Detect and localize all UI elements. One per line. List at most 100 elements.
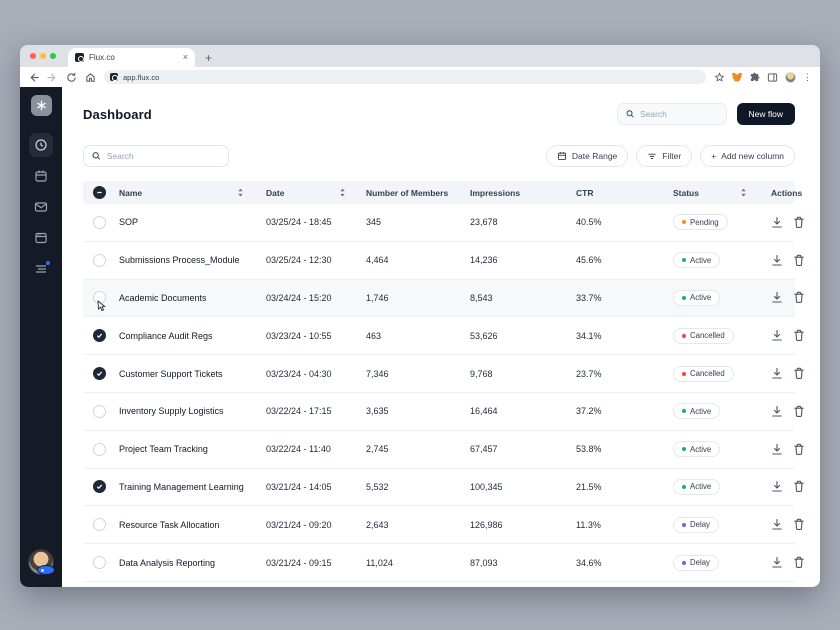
delete-trash-icon[interactable] xyxy=(793,443,805,456)
delete-trash-icon[interactable] xyxy=(793,405,805,418)
bookmark-star-icon[interactable] xyxy=(714,71,725,83)
new-flow-button[interactable]: New flow xyxy=(736,103,795,125)
close-window-button[interactable] xyxy=(30,53,36,59)
row-checkbox[interactable] xyxy=(93,404,106,418)
table-row[interactable]: Academic Documents 03/24/24 - 15:20 1,74… xyxy=(83,279,804,318)
row-checkbox[interactable] xyxy=(93,215,106,229)
table-row[interactable]: SOP 03/25/24 - 18:45 345 23,678 40.5% Pe… xyxy=(83,204,804,242)
app-logo[interactable] xyxy=(30,95,52,116)
minimize-window-button[interactable] xyxy=(40,53,46,59)
browser-tab[interactable]: Flux.co × xyxy=(68,48,195,67)
cell-members: 2,745 xyxy=(366,444,389,455)
download-icon[interactable] xyxy=(771,405,783,418)
cell-date: 03/21/24 - 14:05 xyxy=(266,481,332,492)
table-row[interactable]: Customer Support Tickets 03/23/24 - 04:3… xyxy=(83,355,804,393)
cell-status: Active xyxy=(673,289,759,306)
download-icon[interactable] xyxy=(771,443,783,456)
table-search-input[interactable] xyxy=(106,151,220,161)
download-icon[interactable] xyxy=(771,518,783,531)
column-header-members: Number of Members xyxy=(366,188,470,198)
download-icon[interactable] xyxy=(771,480,783,493)
row-checkbox[interactable] xyxy=(93,442,106,456)
column-label: Status xyxy=(673,187,699,198)
browser-window: Flux.co × + app.flux.co ⋮ Dashboard Sear… xyxy=(20,45,820,587)
url-field[interactable]: app.flux.co xyxy=(104,70,706,84)
home-icon[interactable] xyxy=(85,72,96,83)
sidebar-item-window[interactable] xyxy=(29,226,53,250)
cell-ctr: 11.3% xyxy=(576,519,601,530)
browser-menu-icon[interactable]: ⋮ xyxy=(803,72,812,82)
cell-date: 03/24/24 - 15:20 xyxy=(266,292,332,303)
add-new-column-button[interactable]: + Add new column xyxy=(700,145,795,167)
download-icon[interactable] xyxy=(771,556,783,569)
download-icon[interactable] xyxy=(771,254,783,267)
cell-actions xyxy=(759,405,805,418)
back-icon[interactable] xyxy=(28,72,39,83)
global-search[interactable] xyxy=(616,103,727,125)
cell-actions xyxy=(759,518,805,531)
download-icon[interactable] xyxy=(771,216,783,229)
table-row[interactable]: Inventory Supply Logistics 03/22/24 - 17… xyxy=(83,392,804,431)
tab-close-icon[interactable]: × xyxy=(183,53,188,62)
download-icon[interactable] xyxy=(771,329,783,342)
sidebar-item-dashboard[interactable] xyxy=(29,133,53,157)
metamask-extension-icon[interactable] xyxy=(732,72,742,82)
delete-trash-icon[interactable] xyxy=(793,556,805,569)
delete-trash-icon[interactable] xyxy=(793,254,805,267)
filter-button[interactable]: Filter xyxy=(636,145,693,167)
status-label: Delay xyxy=(690,520,710,530)
delete-trash-icon[interactable] xyxy=(793,291,805,304)
header-select-all[interactable] xyxy=(93,186,119,199)
status-label: Active xyxy=(690,406,712,416)
maximize-window-button[interactable] xyxy=(50,53,56,59)
row-checkbox[interactable] xyxy=(93,253,106,267)
row-checkbox[interactable] xyxy=(93,480,106,494)
user-avatar[interactable] xyxy=(28,549,55,575)
status-label: Active xyxy=(690,444,712,454)
column-header-date[interactable]: Date xyxy=(266,188,366,198)
check-icon xyxy=(96,484,103,490)
reload-icon[interactable] xyxy=(66,72,77,83)
row-checkbox[interactable] xyxy=(93,518,106,532)
sidebar-item-tasks[interactable] xyxy=(29,257,53,281)
table-search[interactable] xyxy=(83,145,229,167)
row-checkbox[interactable] xyxy=(93,367,106,381)
new-tab-button[interactable]: + xyxy=(205,52,212,64)
forward-icon[interactable] xyxy=(47,72,58,83)
sidebar-item-mail[interactable] xyxy=(29,195,53,219)
sort-icon[interactable] xyxy=(339,188,346,197)
download-icon[interactable] xyxy=(771,367,783,380)
sort-icon[interactable] xyxy=(237,188,244,197)
row-checkbox[interactable] xyxy=(93,329,106,343)
extensions-puzzle-icon[interactable] xyxy=(749,71,760,83)
sidebar-item-calendar[interactable] xyxy=(29,164,53,188)
table-row[interactable]: Compliance Audit Regs 03/23/24 - 10:55 4… xyxy=(83,317,804,356)
plus-icon: + xyxy=(711,151,717,161)
browser-profile-avatar[interactable] xyxy=(785,71,796,83)
table-row[interactable]: Data Analysis Reporting 03/21/24 - 09:15… xyxy=(83,544,804,582)
select-all-checkbox[interactable] xyxy=(93,186,106,199)
table-row[interactable]: Submissions Process_Module 03/25/24 - 12… xyxy=(83,241,804,280)
status-dot-icon xyxy=(682,371,686,376)
delete-trash-icon[interactable] xyxy=(793,329,805,342)
cell-status: Delay xyxy=(673,554,759,571)
delete-trash-icon[interactable] xyxy=(793,216,805,229)
sort-icon[interactable] xyxy=(740,188,747,197)
mouse-cursor-icon xyxy=(97,300,106,312)
column-header-status[interactable]: Status xyxy=(673,188,759,198)
date-range-button[interactable]: Date Range xyxy=(545,145,629,167)
column-header-name[interactable]: Name xyxy=(119,188,266,198)
table-row[interactable]: Project Team Tracking 03/22/24 - 11:40 2… xyxy=(83,430,804,469)
global-search-input[interactable] xyxy=(639,109,718,119)
cell-members: 3,635 xyxy=(366,406,389,417)
delete-trash-icon[interactable] xyxy=(793,367,805,380)
delete-trash-icon[interactable] xyxy=(793,518,805,531)
table-row[interactable]: Training Management Learning 03/21/24 - … xyxy=(83,468,804,507)
page-title: Dashboard xyxy=(83,106,152,122)
delete-trash-icon[interactable] xyxy=(793,480,805,493)
row-checkbox[interactable] xyxy=(93,556,106,570)
table-row[interactable]: Resource Task Allocation 03/21/24 - 09:2… xyxy=(83,506,804,545)
download-icon[interactable] xyxy=(771,291,783,304)
side-panel-icon[interactable] xyxy=(767,72,778,83)
cell-members: 5,532 xyxy=(366,481,389,492)
